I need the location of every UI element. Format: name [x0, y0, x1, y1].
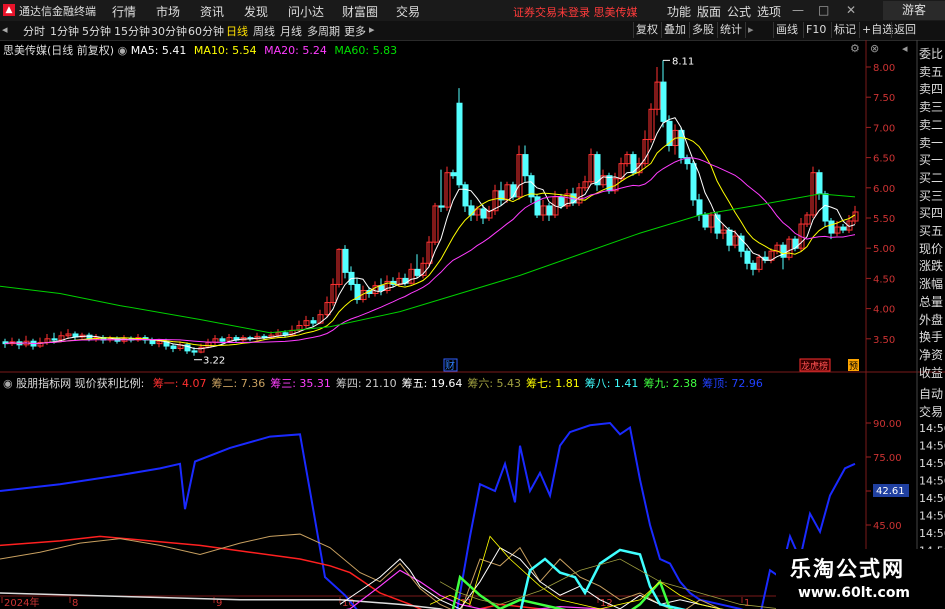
trade-label[interactable]: 自动	[919, 384, 945, 404]
watermark-url: www.60lt.com	[798, 585, 911, 601]
indicator-settings-icon[interactable]: ◉	[3, 377, 13, 390]
lhb-label: 龙虎榜	[801, 360, 828, 372]
quote-label: 收益	[919, 365, 944, 380]
candle-body	[822, 193, 829, 222]
candle-body	[780, 244, 787, 258]
candle-body	[219, 338, 226, 342]
candle-body	[462, 184, 469, 207]
price-tick-label: 6.00	[873, 184, 895, 195]
indicator-item: 筹二: 7.36	[211, 377, 266, 390]
trade-label[interactable]: 交易	[919, 402, 945, 422]
candle-body	[702, 214, 709, 228]
candle-body	[816, 172, 823, 195]
candle-body	[534, 196, 541, 216]
candle-body	[660, 81, 667, 122]
indicator-magenta-line	[345, 569, 613, 609]
cai-label: 财	[445, 359, 455, 372]
trade-panel: 自动 交易	[919, 384, 945, 429]
price-tick-label: 3.50	[873, 335, 895, 346]
candle-body	[51, 338, 58, 341]
price-tick-label: 7.50	[873, 93, 895, 104]
ind-tick-label: 90.00	[873, 419, 902, 430]
indicator-red-line	[0, 535, 548, 609]
candle-body	[744, 250, 751, 264]
ind-tick-label: 75.00	[873, 453, 902, 464]
indicator-tan-line	[0, 533, 723, 609]
time-label: 14:56	[919, 440, 945, 453]
candle-body	[840, 226, 847, 231]
candle-body	[480, 208, 487, 219]
time-label: 14:56	[919, 492, 945, 505]
candle-body	[714, 214, 721, 234]
indicator-top-line	[0, 421, 856, 609]
candle-body	[414, 268, 421, 276]
candle-body	[750, 262, 757, 270]
price-tick-label: 8.00	[873, 63, 895, 74]
candle-body	[191, 350, 198, 353]
candle-body	[690, 163, 697, 201]
indicator-name: 股朋指标网 现价获利比例:	[16, 377, 145, 390]
date-label: 2024年	[4, 596, 39, 609]
indicator-item: 筹一: 4.07	[152, 377, 207, 390]
candle-body	[450, 172, 457, 177]
indicator-legend: ◉ 股朋指标网 现价获利比例: 筹一: 4.07 筹二: 7.36 筹三: 35.3…	[3, 375, 763, 391]
candle-body	[546, 205, 553, 216]
candle-body	[170, 345, 177, 349]
ma20-line	[4, 157, 856, 345]
kline-chart[interactable]: 8.00 7.50 7.00 6.50 6.00 5.50 5.00 4.50 4.00 3.50…	[0, 0, 945, 609]
candle-body	[456, 102, 463, 186]
price-tick-label: 5.50	[873, 214, 895, 225]
price-tick-label: 7.00	[873, 123, 895, 134]
indicator-item: 筹九: 2.38	[643, 377, 698, 390]
quote-panel: 委比 卖五 卖四 卖三 卖二 卖一 买一 买二 买三 买四 买五 现价 涨跌 涨幅 总量 外盘 换手 净资 收益	[919, 44, 945, 380]
candle-body	[828, 220, 835, 234]
indicator-item: 筹八: 1.41	[584, 377, 639, 390]
ind-value-label: 42.61	[876, 486, 905, 497]
time-label: 14:56	[919, 475, 945, 488]
candle-body	[310, 320, 317, 324]
time-label: 14:56	[919, 527, 945, 540]
date-label: 8	[72, 598, 78, 609]
price-tick-label: 6.50	[873, 154, 895, 165]
yu-label: 预	[849, 361, 858, 372]
time-label: 14:56	[919, 510, 945, 523]
candle-body	[558, 196, 565, 207]
indicator-item: 筹顶: 72.96	[702, 377, 763, 390]
indicator-item: 筹三: 35.31	[270, 377, 331, 390]
price-tick-label: 4.00	[873, 305, 895, 316]
indicator-item: 筹七: 1.81	[526, 377, 580, 390]
price-tick-label: 4.50	[873, 274, 895, 285]
watermark-cn: 乐淘公式网	[790, 557, 905, 581]
candle-body	[378, 285, 385, 291]
candle-body	[522, 154, 529, 177]
candle-body	[792, 238, 799, 249]
candle-body	[726, 229, 733, 246]
indicator-item: 筹六: 5.43	[467, 377, 522, 390]
low-price-label: 3.22	[203, 356, 225, 367]
candle-body	[606, 175, 613, 192]
candle-body	[696, 199, 703, 216]
high-price-label: 8.11	[672, 56, 694, 67]
candle-body	[342, 248, 349, 273]
indicator-items: 筹一: 4.07 筹二: 7.36 筹三: 35.31 筹四: 21.10 筹五: 19…	[148, 377, 763, 390]
indicator-item: 筹四: 21.10	[335, 377, 397, 390]
date-label: 1	[744, 598, 750, 609]
indicator-item: 筹五: 19.64	[401, 377, 463, 390]
price-tick-label: 5.00	[873, 244, 895, 255]
ind-tick-label: 45.00	[873, 521, 902, 532]
candle-body	[438, 205, 445, 208]
time-label: 14:56	[919, 457, 945, 470]
watermark: 乐淘公式网 www.60lt.com	[776, 549, 945, 609]
